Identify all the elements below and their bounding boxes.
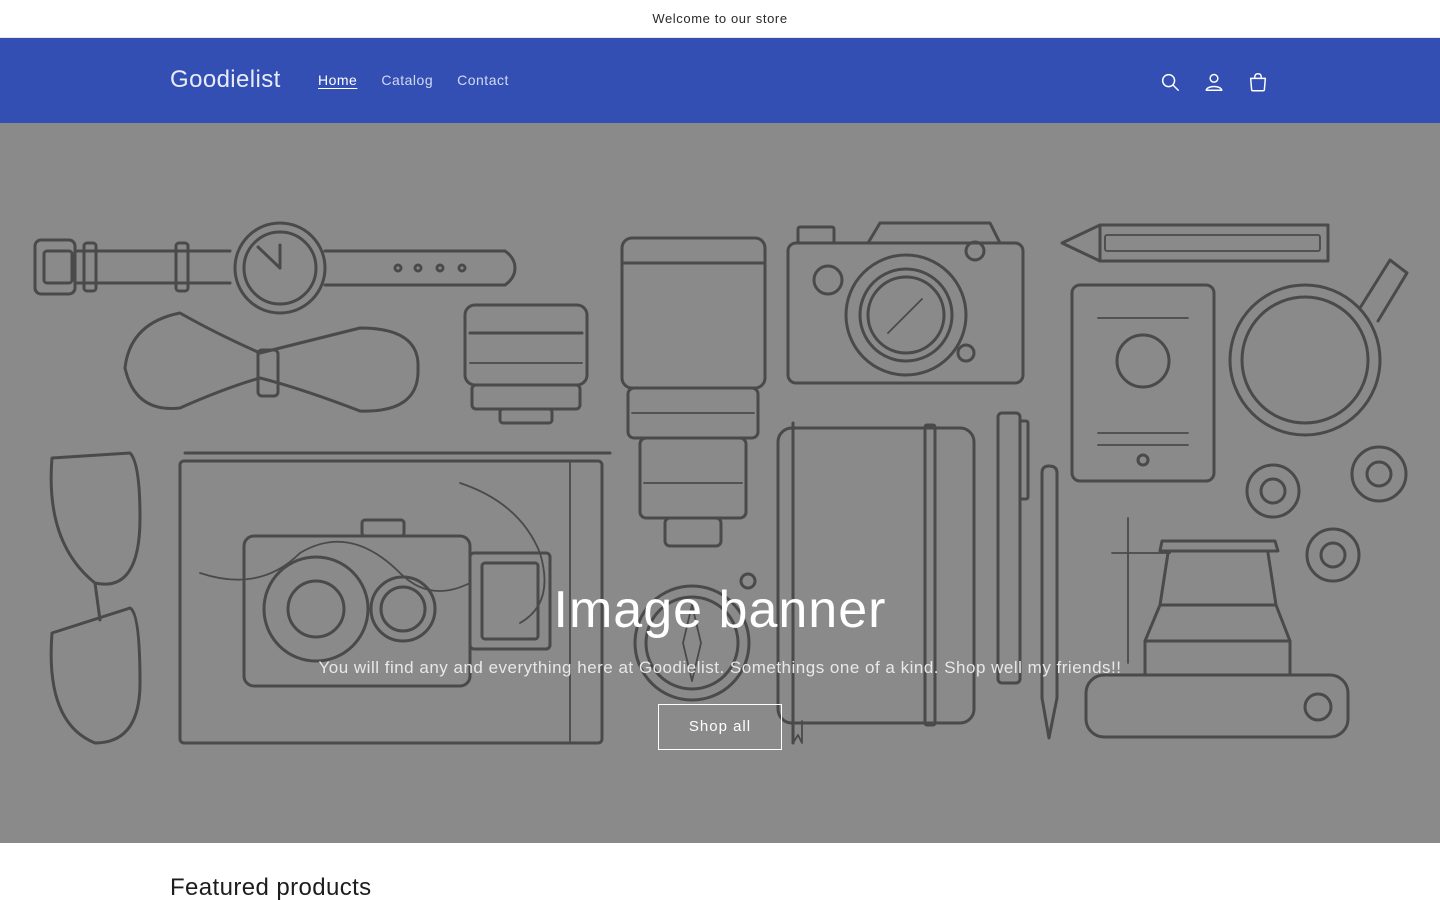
bowtie-illustration	[123, 311, 420, 413]
shop-all-button[interactable]: Shop all	[657, 704, 783, 750]
pencil-illustration	[1060, 223, 1330, 263]
cart-icon	[1249, 73, 1267, 92]
featured-products-section: Featured products	[0, 843, 1440, 900]
cart-button[interactable]	[1236, 60, 1280, 104]
announcement-bar: Welcome to our store	[0, 0, 1440, 38]
image-banner: Image banner You will find any and every…	[0, 123, 1440, 843]
store-logo[interactable]: Goodielist	[170, 66, 281, 94]
search-button[interactable]	[1148, 60, 1192, 104]
passport-illustration	[1070, 283, 1216, 483]
mug-illustration	[1228, 258, 1409, 437]
site-header: Goodielist Home Catalog Contact	[0, 38, 1440, 123]
film-reels-illustration	[1245, 445, 1408, 583]
banner-text: You will find any and everything here at…	[318, 658, 1122, 677]
telephoto-lens-illustration	[620, 236, 767, 548]
nav-item-contact[interactable]: Contact	[445, 69, 521, 91]
search-icon	[1161, 73, 1179, 91]
announcement-text: Welcome to our store	[652, 11, 788, 26]
account-icon	[1205, 73, 1223, 91]
nav-item-catalog[interactable]: Catalog	[369, 69, 445, 91]
watch-illustration	[33, 221, 517, 315]
small-lens-illustration	[463, 303, 589, 425]
banner-content: Image banner You will find any and every…	[0, 578, 1440, 750]
banner-title: Image banner	[553, 581, 887, 639]
account-button[interactable]	[1192, 60, 1236, 104]
camera-illustration	[786, 221, 1025, 385]
main-nav: Home Catalog Contact	[306, 69, 521, 91]
featured-products-heading: Featured products	[170, 874, 372, 900]
nav-item-home[interactable]: Home	[306, 69, 369, 91]
header-icons	[1148, 60, 1280, 104]
